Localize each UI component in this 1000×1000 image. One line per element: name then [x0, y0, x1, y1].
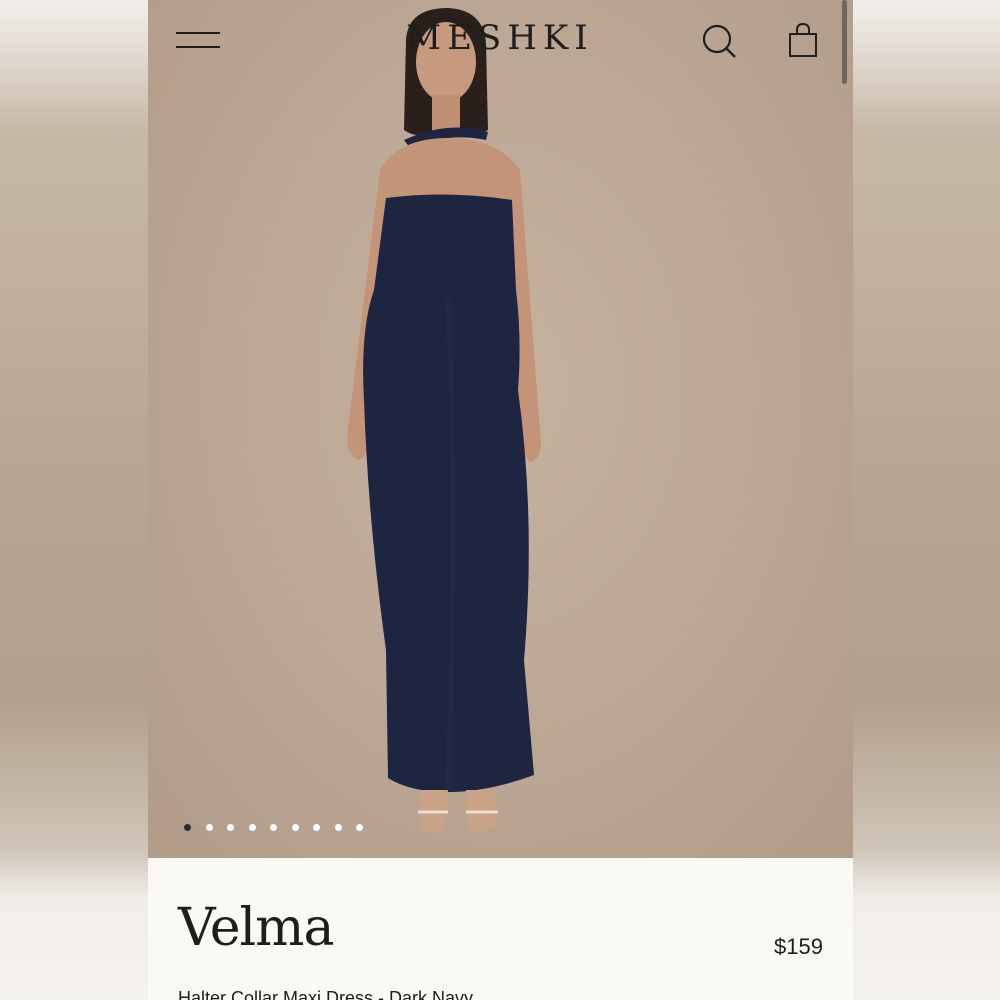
gallery-dot[interactable] [291, 824, 299, 831]
gallery-pagination [184, 824, 363, 832]
site-header: MESHKI [148, 0, 853, 85]
shopping-bag-icon[interactable] [786, 22, 820, 60]
product-price: $159 [774, 934, 823, 959]
product-name: Velma [178, 898, 334, 958]
gallery-dot[interactable] [205, 824, 213, 831]
product-subtitle: Halter Collar Maxi Dress - Dark Navy [178, 988, 474, 1000]
search-icon[interactable] [700, 22, 738, 60]
gallery-dot[interactable] [270, 824, 277, 831]
brand-logo[interactable]: MESHKI [400, 18, 600, 58]
mobile-product-page: MESHKI Velma $159 Halter Collar Maxi Dre… [148, 0, 853, 1000]
gallery-dot[interactable] [248, 824, 256, 831]
gallery-dot[interactable] [227, 824, 234, 831]
product-info: Velma $159 Halter Collar Maxi Dress - Da… [148, 858, 853, 1000]
gallery-dot[interactable] [184, 824, 191, 831]
hamburger-menu-icon[interactable] [176, 28, 222, 54]
gallery-dot[interactable] [313, 824, 320, 831]
gallery-dot[interactable] [334, 824, 342, 831]
gallery-dot[interactable] [356, 824, 363, 831]
product-photo [347, 8, 541, 833]
product-image-gallery[interactable]: MESHKI [148, 0, 853, 858]
page-scrollbar[interactable] [842, 0, 847, 84]
